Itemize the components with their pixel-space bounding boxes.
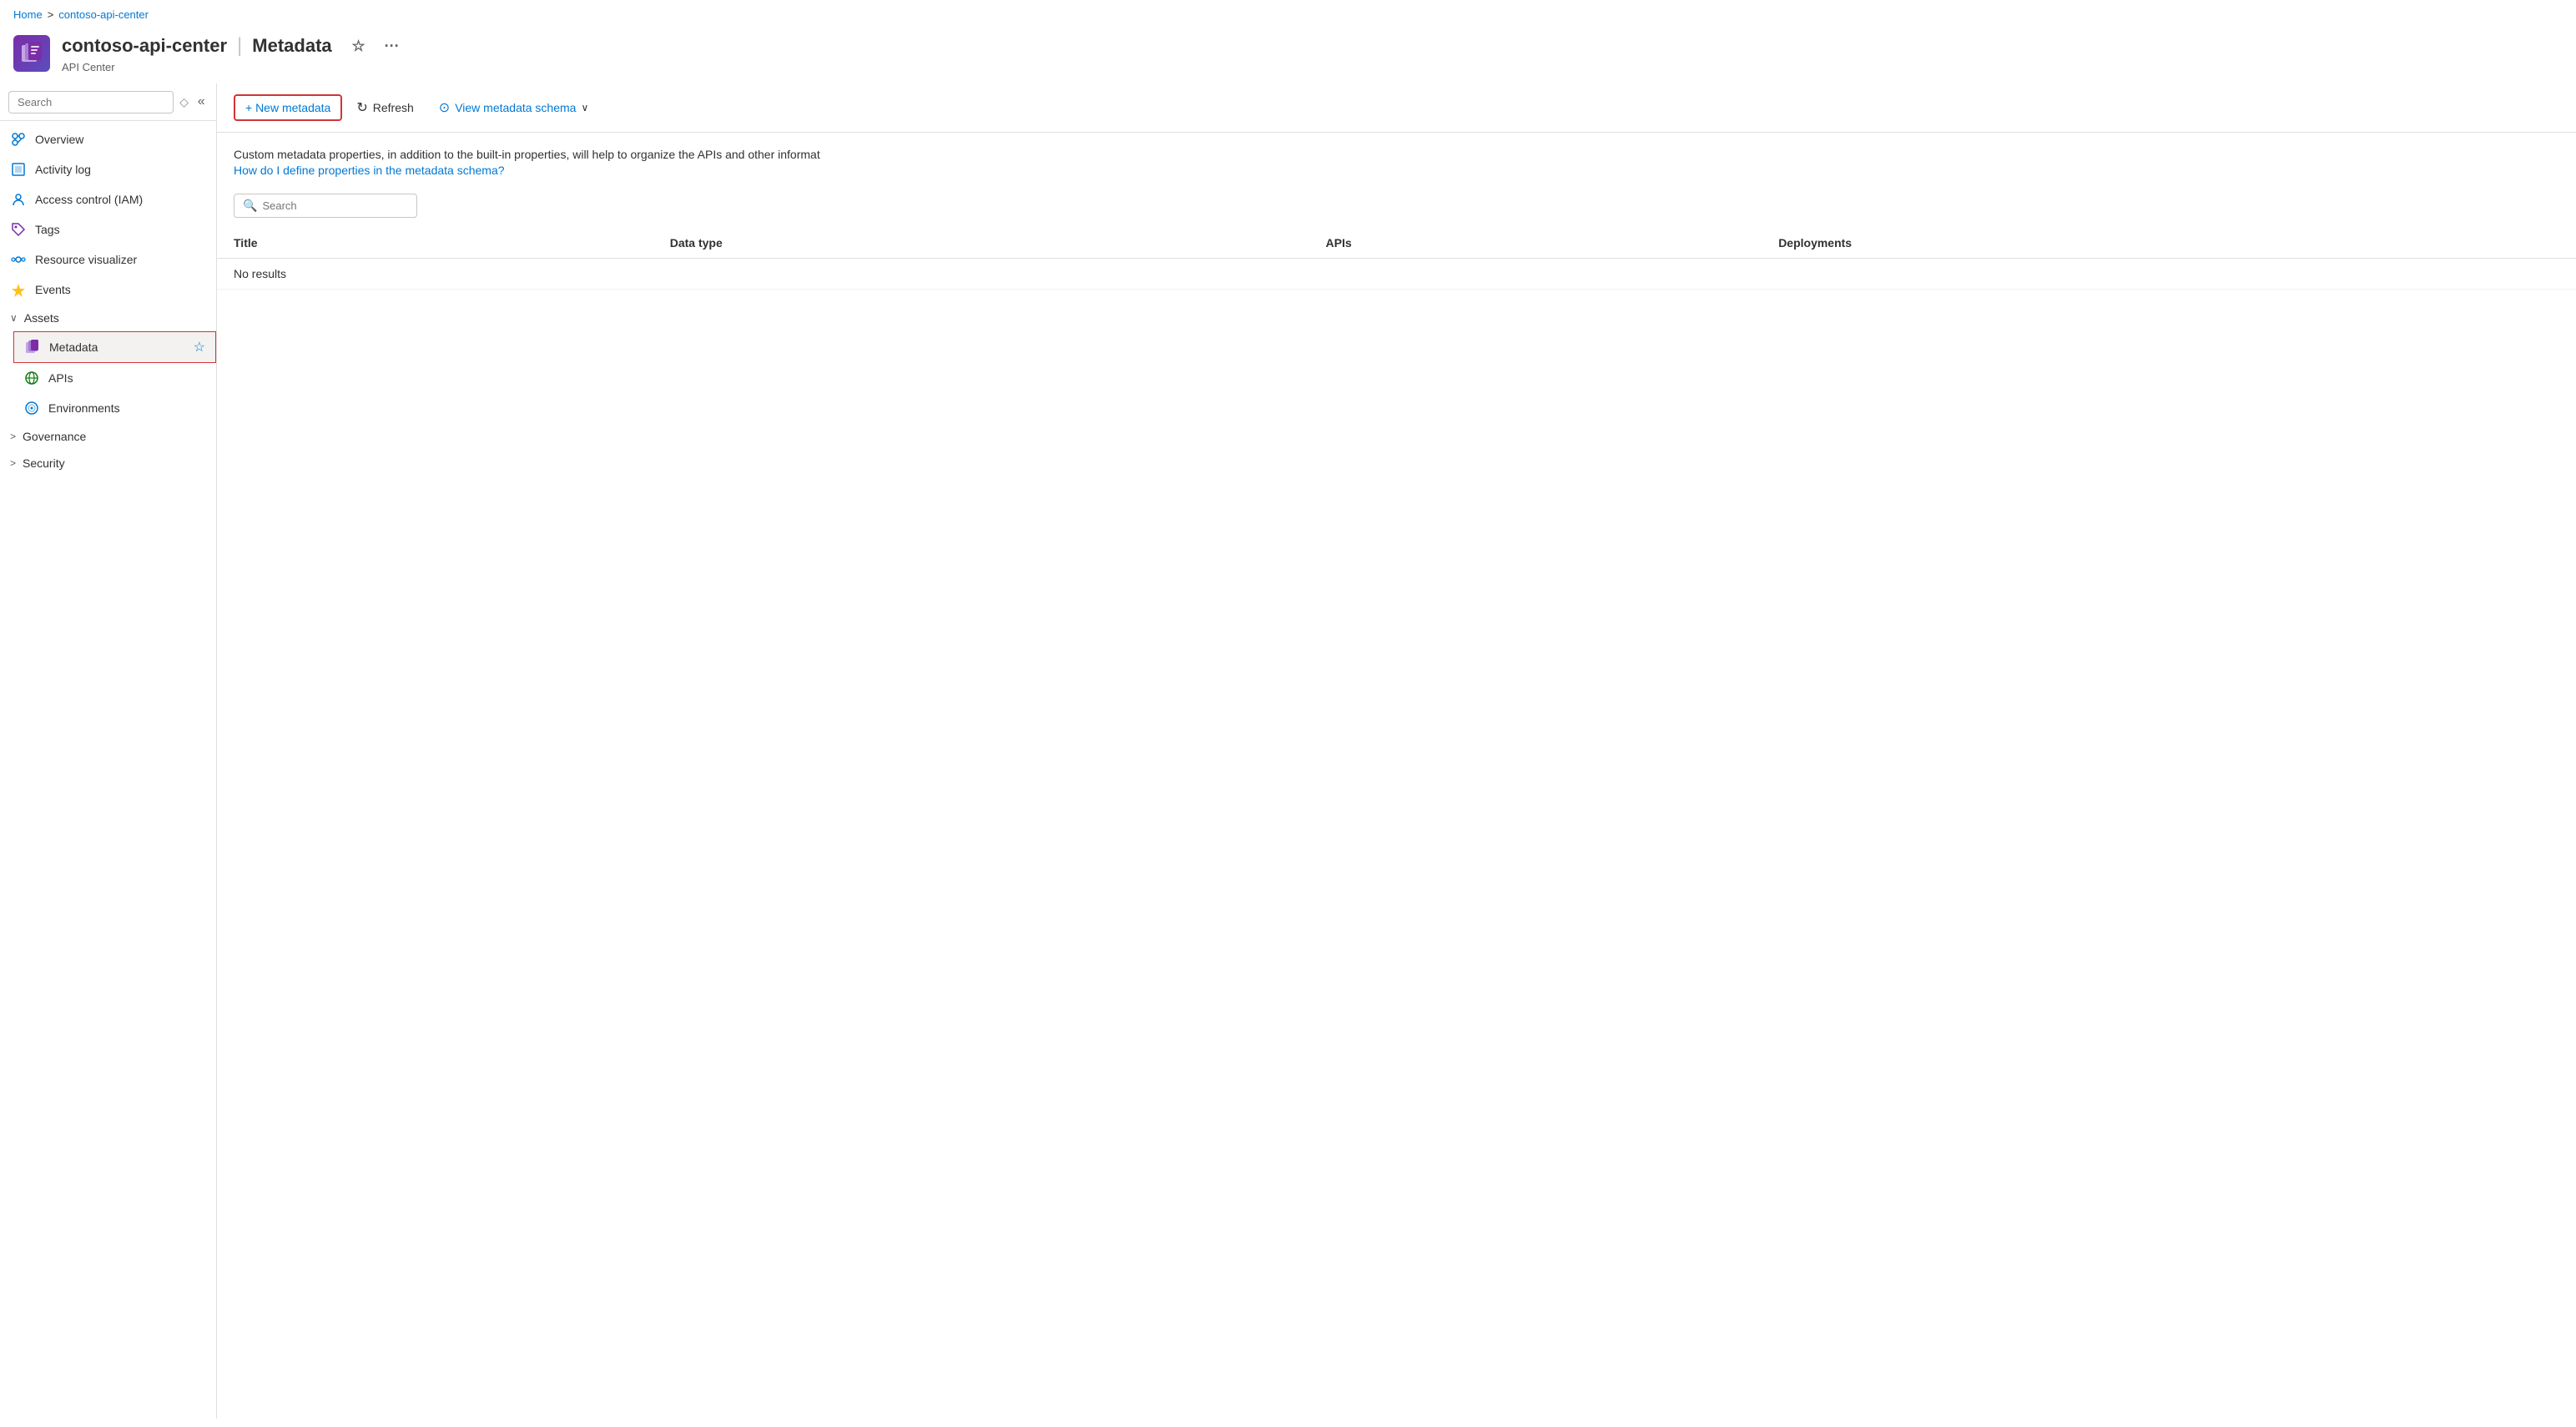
access-control-icon	[10, 191, 27, 208]
sidebar-assets-children: Metadata ☆ APIs	[0, 331, 216, 423]
favorite-star-icon[interactable]: ☆	[345, 33, 372, 59]
governance-section-label: Governance	[23, 430, 86, 443]
page-header: contoso-api-center | Metadata ☆ ··· API …	[0, 26, 2576, 83]
sidebar-item-activity-log[interactable]: Activity log	[0, 154, 216, 184]
new-metadata-label: + New metadata	[245, 101, 330, 114]
resource-visualizer-icon	[10, 251, 27, 268]
apis-icon	[23, 370, 40, 386]
sidebar-item-label-overview: Overview	[35, 133, 206, 146]
view-schema-button[interactable]: ⊙ View metadata schema ∨	[428, 93, 599, 122]
main-layout: ◇ « Overview	[0, 83, 2576, 1419]
refresh-icon: ↻	[356, 99, 367, 116]
environments-icon	[23, 400, 40, 416]
sidebar-search-input[interactable]	[8, 91, 174, 113]
sidebar-item-label-access-control: Access control (IAM)	[35, 193, 206, 206]
sidebar-item-label-metadata: Metadata	[49, 340, 185, 354]
col-title: Title	[217, 228, 653, 259]
breadcrumb-home[interactable]: Home	[13, 8, 43, 21]
assets-chevron-icon: ∨	[10, 312, 18, 324]
sidebar-item-resource-visualizer[interactable]: Resource visualizer	[0, 245, 216, 275]
sidebar-section-governance[interactable]: > Governance	[0, 423, 216, 450]
title-separator: |	[237, 34, 242, 58]
refresh-button[interactable]: ↻ Refresh	[345, 93, 424, 122]
col-deployments: Deployments	[1762, 228, 2576, 259]
sidebar-section-security[interactable]: > Security	[0, 450, 216, 477]
sidebar-search-bar: ◇ «	[0, 83, 216, 121]
security-chevron-icon: >	[10, 457, 16, 469]
sidebar-item-environments[interactable]: Environments	[13, 393, 216, 423]
col-apis: APIs	[1309, 228, 1762, 259]
description-main-text: Custom metadata properties, in addition …	[234, 148, 820, 161]
breadcrumb-current[interactable]: contoso-api-center	[58, 8, 149, 21]
breadcrumb: Home > contoso-api-center	[0, 0, 2576, 26]
content-search-wrapper: 🔍	[234, 194, 417, 218]
page-header-text: contoso-api-center | Metadata ☆ ··· API …	[62, 33, 406, 73]
col-data-type: Data type	[653, 228, 1309, 259]
assets-section-label: Assets	[24, 311, 59, 325]
content-search-input[interactable]	[262, 199, 396, 212]
refresh-label: Refresh	[373, 101, 414, 114]
governance-chevron-icon: >	[10, 431, 16, 442]
resource-name: contoso-api-center	[62, 35, 227, 57]
metadata-icon	[24, 339, 41, 355]
breadcrumb-separator: >	[48, 8, 54, 21]
sidebar-item-overview[interactable]: Overview	[0, 124, 216, 154]
security-section-label: Security	[23, 456, 65, 470]
new-metadata-button[interactable]: + New metadata	[234, 94, 342, 121]
resource-subtitle: API Center	[62, 61, 406, 73]
sidebar-item-apis[interactable]: APIs	[13, 363, 216, 393]
description-link[interactable]: How do I define properties in the metada…	[234, 164, 505, 177]
table-header-row: Title Data type APIs Deployments	[217, 228, 2576, 259]
view-schema-label: View metadata schema	[455, 101, 576, 114]
sidebar-diamond-icon: ◇	[179, 92, 189, 112]
no-results-row: No results	[217, 259, 2576, 290]
sidebar-item-label-tags: Tags	[35, 223, 206, 236]
view-schema-icon: ⊙	[439, 99, 450, 116]
sidebar-item-label-events: Events	[35, 283, 206, 296]
view-schema-chevron-icon: ∨	[581, 102, 588, 113]
sidebar-item-access-control[interactable]: Access control (IAM)	[0, 184, 216, 214]
sidebar-item-label-resource-visualizer: Resource visualizer	[35, 253, 206, 266]
resource-icon	[13, 35, 50, 72]
sidebar-nav: Overview Activity log	[0, 121, 216, 1419]
sidebar-item-label-environments: Environments	[48, 401, 206, 415]
content-search-bar: 🔍	[217, 187, 2576, 224]
description-text: Custom metadata properties, in addition …	[234, 146, 2559, 164]
sidebar-collapse-button[interactable]: «	[194, 90, 208, 113]
sidebar: ◇ « Overview	[0, 83, 217, 1419]
content-area: + New metadata ↻ Refresh ⊙ View metadata…	[217, 83, 2576, 1419]
no-results-cell: No results	[217, 259, 2576, 290]
overview-icon	[10, 131, 27, 148]
sidebar-item-label-activity-log: Activity log	[35, 163, 206, 176]
sidebar-item-label-apis: APIs	[48, 371, 206, 385]
activity-log-icon	[10, 161, 27, 178]
description-area: Custom metadata properties, in addition …	[217, 133, 2576, 187]
sidebar-section-assets[interactable]: ∨ Assets	[0, 305, 216, 331]
metadata-star-icon[interactable]: ☆	[194, 339, 205, 355]
events-icon	[10, 281, 27, 298]
sidebar-item-events[interactable]: Events	[0, 275, 216, 305]
sidebar-item-tags[interactable]: Tags	[0, 214, 216, 245]
tags-icon	[10, 221, 27, 238]
sidebar-item-metadata[interactable]: Metadata ☆	[13, 331, 216, 363]
more-options-icon[interactable]: ···	[379, 33, 406, 59]
data-table: Title Data type APIs Deployments No resu…	[217, 228, 2576, 290]
toolbar: + New metadata ↻ Refresh ⊙ View metadata…	[217, 83, 2576, 133]
content-search-icon: 🔍	[243, 199, 257, 213]
page-title: Metadata	[252, 35, 331, 57]
